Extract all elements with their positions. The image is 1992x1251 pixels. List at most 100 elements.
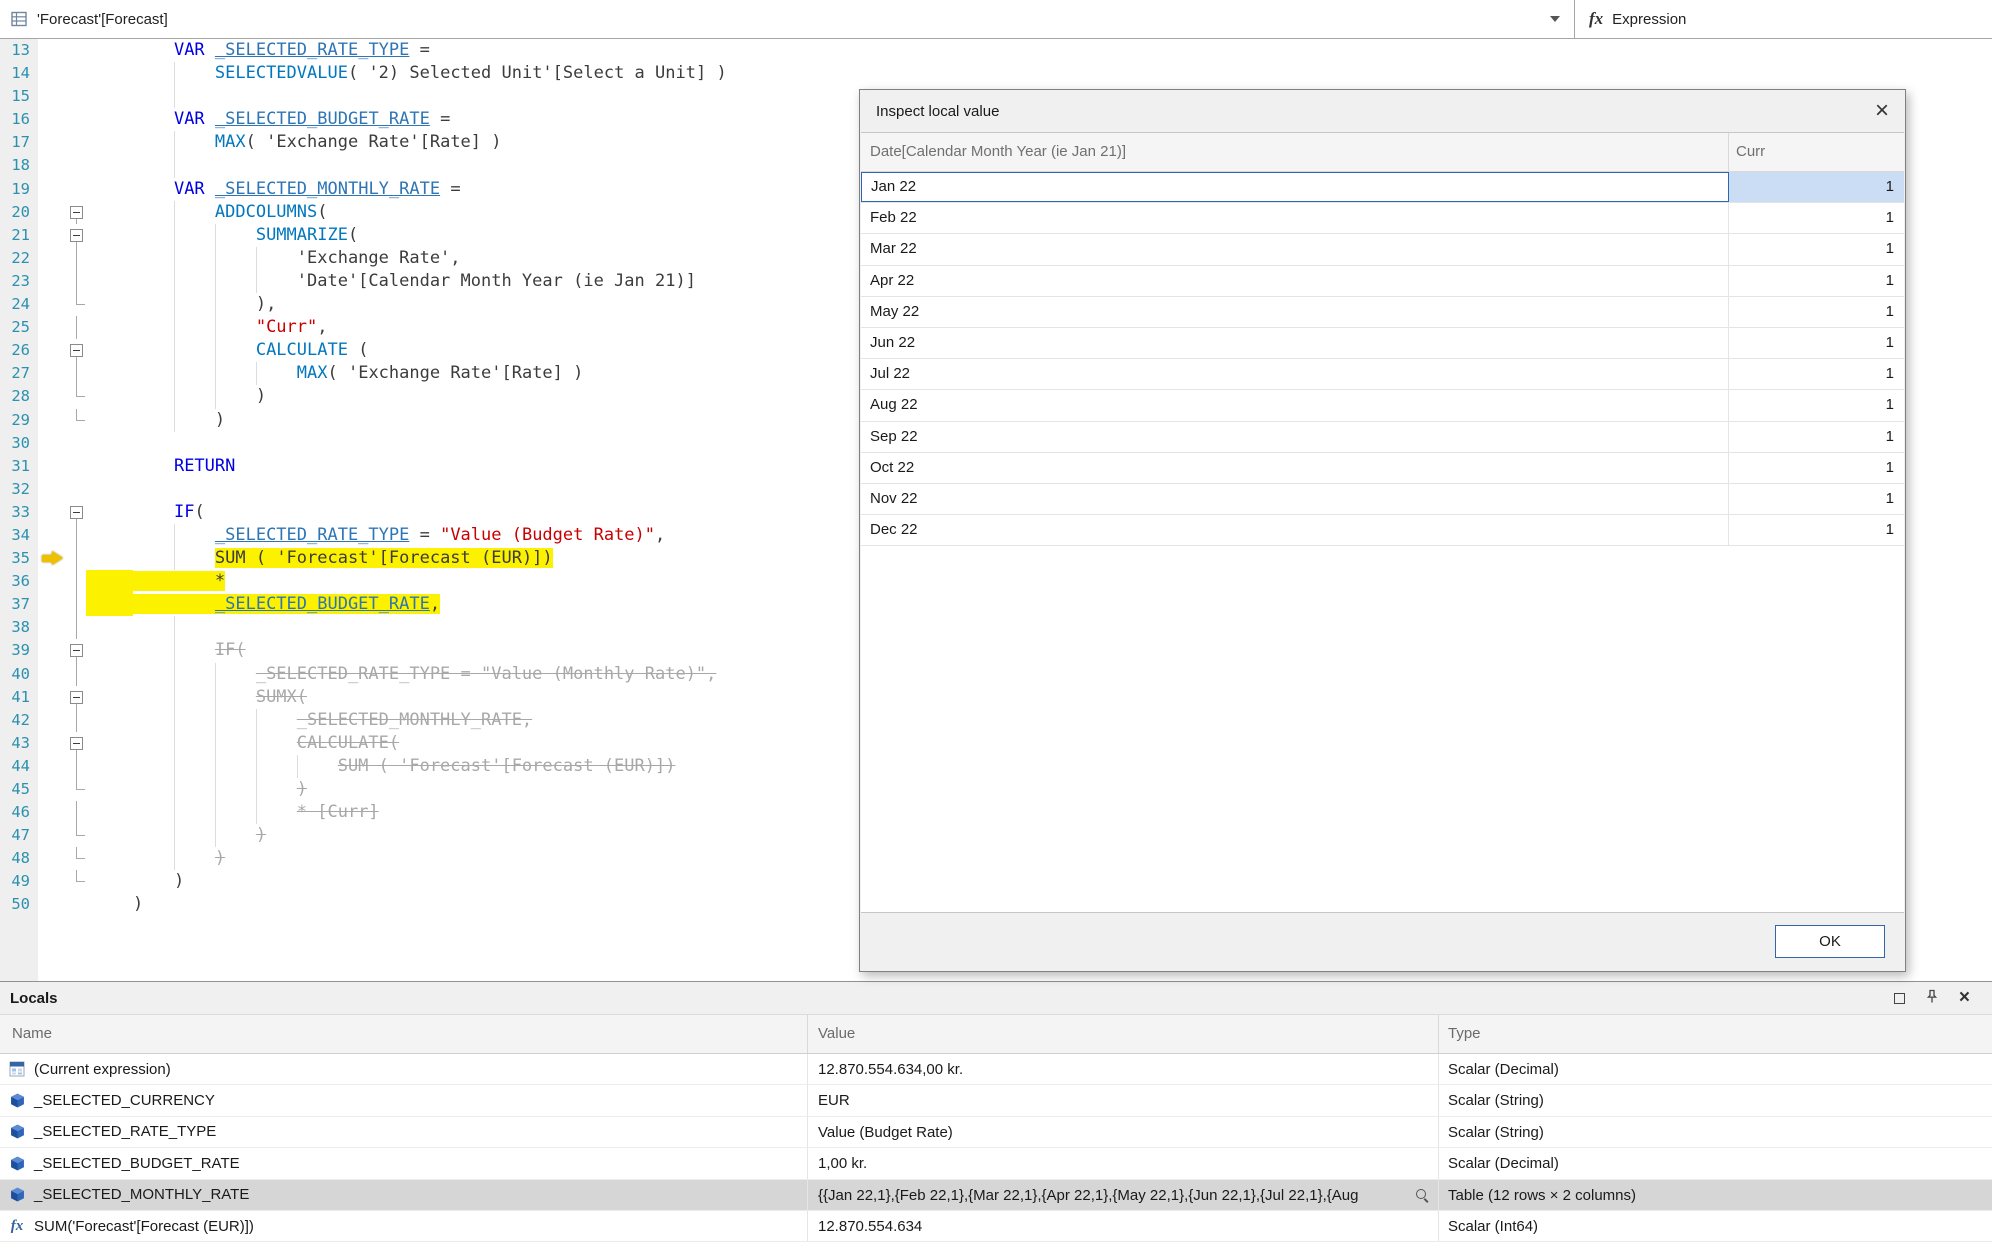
- inspect-table-row[interactable]: Jul 221: [861, 359, 1904, 390]
- inspect-local-value-dialog: Inspect local value × Date[Calendar Mont…: [859, 89, 1906, 972]
- date-cell[interactable]: Nov 22: [861, 484, 1729, 514]
- top-toolbar: 'Forecast'[Forecast] fx Expression: [0, 0, 1992, 39]
- date-cell[interactable]: Jul 22: [861, 359, 1729, 389]
- fold-collapse-icon[interactable]: [70, 229, 83, 242]
- inspect-table-row[interactable]: Oct 221: [861, 453, 1904, 484]
- fold-margin: [38, 62, 86, 85]
- fold-collapse-icon[interactable]: [70, 691, 83, 704]
- date-cell[interactable]: Dec 22: [861, 515, 1729, 545]
- fold-collapse-icon[interactable]: [70, 344, 83, 357]
- locals-row[interactable]: _SELECTED_CURRENCYEURScalar (String): [0, 1085, 1992, 1116]
- curr-cell[interactable]: 1: [1729, 453, 1904, 483]
- local-value-cell[interactable]: 1,00 kr.: [808, 1148, 1439, 1178]
- locals-row[interactable]: (Current expression)12.870.554.634,00 kr…: [0, 1054, 1992, 1085]
- curr-cell[interactable]: 1: [1729, 484, 1904, 514]
- curr-cell[interactable]: 1: [1729, 422, 1904, 452]
- curr-cell[interactable]: 1: [1729, 234, 1904, 264]
- date-column-header[interactable]: Date[Calendar Month Year (ie Jan 21)]: [861, 133, 1729, 171]
- locals-row[interactable]: _SELECTED_BUDGET_RATE1,00 kr.Scalar (Dec…: [0, 1148, 1992, 1179]
- local-value-cell[interactable]: EUR: [808, 1085, 1439, 1115]
- local-name-cell[interactable]: _SELECTED_BUDGET_RATE: [0, 1148, 808, 1178]
- dialog-titlebar[interactable]: Inspect local value ×: [860, 90, 1905, 132]
- curr-cell[interactable]: 1: [1729, 515, 1904, 545]
- ok-button[interactable]: OK: [1775, 925, 1885, 958]
- inspect-table-row[interactable]: Aug 221: [861, 390, 1904, 421]
- code-text: ADDCOLUMNS(: [86, 201, 328, 224]
- code-text: MAX( 'Exchange Rate'[Rate] ): [86, 362, 583, 385]
- curr-cell[interactable]: 1: [1729, 359, 1904, 389]
- value-column-header[interactable]: Value: [808, 1015, 1439, 1053]
- date-cell[interactable]: Sep 22: [861, 422, 1729, 452]
- code-text: IF(: [86, 639, 246, 662]
- name-column-header[interactable]: Name: [0, 1015, 808, 1053]
- code-token: [205, 109, 215, 129]
- code-text: SUMMARIZE(: [86, 224, 358, 247]
- float-window-icon[interactable]: [1894, 993, 1905, 1004]
- indent-guide: [215, 224, 216, 247]
- code-token: IF(: [215, 640, 246, 660]
- curr-cell[interactable]: 1: [1729, 328, 1904, 358]
- fold-collapse-icon[interactable]: [70, 506, 83, 519]
- curr-cell[interactable]: 1: [1729, 390, 1904, 420]
- curr-cell[interactable]: 1: [1729, 266, 1904, 296]
- local-name-cell[interactable]: _SELECTED_RATE_TYPE: [0, 1117, 808, 1147]
- fold-margin: [38, 316, 86, 339]
- date-cell[interactable]: Mar 22: [861, 234, 1729, 264]
- code-text: MAX( 'Exchange Rate'[Rate] ): [86, 131, 502, 154]
- date-cell[interactable]: Apr 22: [861, 266, 1729, 296]
- pin-icon[interactable]: [1925, 989, 1939, 1008]
- indent-guide: [174, 663, 175, 686]
- date-cell[interactable]: Aug 22: [861, 390, 1729, 420]
- type-column-header[interactable]: Type: [1439, 1015, 1992, 1053]
- chevron-down-icon[interactable]: [1550, 16, 1560, 22]
- inspect-table-row[interactable]: Feb 221: [861, 203, 1904, 234]
- indent-guide: [174, 547, 175, 570]
- inspect-table-row[interactable]: Apr 221: [861, 266, 1904, 297]
- local-value-cell[interactable]: {{Jan 22,1},{Feb 22,1},{Mar 22,1},{Apr 2…: [808, 1180, 1439, 1210]
- date-cell[interactable]: Jan 22: [861, 172, 1729, 202]
- locals-row[interactable]: _SELECTED_MONTHLY_RATE{{Jan 22,1},{Feb 2…: [0, 1180, 1992, 1211]
- expression-selector-combo[interactable]: 'Forecast'[Forecast]: [0, 0, 1575, 38]
- local-value-cell[interactable]: Value (Budget Rate): [808, 1117, 1439, 1147]
- local-name-cell[interactable]: _SELECTED_CURRENCY: [0, 1085, 808, 1115]
- curr-column-header[interactable]: Curr: [1729, 133, 1904, 171]
- inspect-table-row[interactable]: Nov 221: [861, 484, 1904, 515]
- dialog-close-icon[interactable]: ×: [1875, 99, 1889, 123]
- local-value-cell[interactable]: 12.870.554.634: [808, 1211, 1439, 1241]
- fold-collapse-icon[interactable]: [70, 644, 83, 657]
- code-line-14[interactable]: 14 SELECTEDVALUE( '2) Selected Unit'[Sel…: [0, 62, 1992, 85]
- local-name-cell[interactable]: fxSUM('Forecast'[Forecast (EUR)]): [0, 1211, 808, 1241]
- inspect-table-row[interactable]: Jan 221: [861, 172, 1904, 203]
- local-name-cell[interactable]: (Current expression): [0, 1054, 808, 1084]
- code-text: IF(: [86, 501, 205, 524]
- local-value-cell[interactable]: 12.870.554.634,00 kr.: [808, 1054, 1439, 1084]
- indent-guide: [174, 801, 175, 824]
- code-token: _SELECTED_RATE_TYPE: [215, 525, 409, 545]
- curr-cell[interactable]: 1: [1729, 297, 1904, 327]
- locals-row[interactable]: _SELECTED_RATE_TYPEValue (Budget Rate)Sc…: [0, 1117, 1992, 1148]
- curr-cell[interactable]: 1: [1729, 203, 1904, 233]
- code-line-13[interactable]: 13 VAR _SELECTED_RATE_TYPE =: [0, 39, 1992, 62]
- date-cell[interactable]: May 22: [861, 297, 1729, 327]
- locals-close-icon[interactable]: ×: [1959, 989, 1970, 1007]
- inspect-table-row[interactable]: Jun 221: [861, 328, 1904, 359]
- locals-row[interactable]: fxSUM('Forecast'[Forecast (EUR)])12.870.…: [0, 1211, 1992, 1242]
- date-cell[interactable]: Feb 22: [861, 203, 1729, 233]
- local-name-cell[interactable]: _SELECTED_MONTHLY_RATE: [0, 1180, 808, 1210]
- inspect-table-row[interactable]: Dec 221: [861, 515, 1904, 546]
- fold-collapse-icon[interactable]: [70, 206, 83, 219]
- inspect-table-row[interactable]: Mar 221: [861, 234, 1904, 265]
- date-cell[interactable]: Jun 22: [861, 328, 1729, 358]
- code-text: VAR _SELECTED_MONTHLY_RATE =: [86, 178, 461, 201]
- inspect-table-row[interactable]: Sep 221: [861, 422, 1904, 453]
- code-token: (: [246, 132, 266, 152]
- line-number: 47: [0, 824, 38, 847]
- inspect-table-row[interactable]: May 221: [861, 297, 1904, 328]
- code-token: (: [194, 502, 204, 522]
- line-number: 41: [0, 686, 38, 709]
- curr-cell[interactable]: 1: [1729, 172, 1904, 202]
- date-cell[interactable]: Oct 22: [861, 453, 1729, 483]
- magnifier-icon[interactable]: [1415, 1188, 1430, 1203]
- code-text: ): [86, 893, 143, 916]
- fold-collapse-icon[interactable]: [70, 737, 83, 750]
